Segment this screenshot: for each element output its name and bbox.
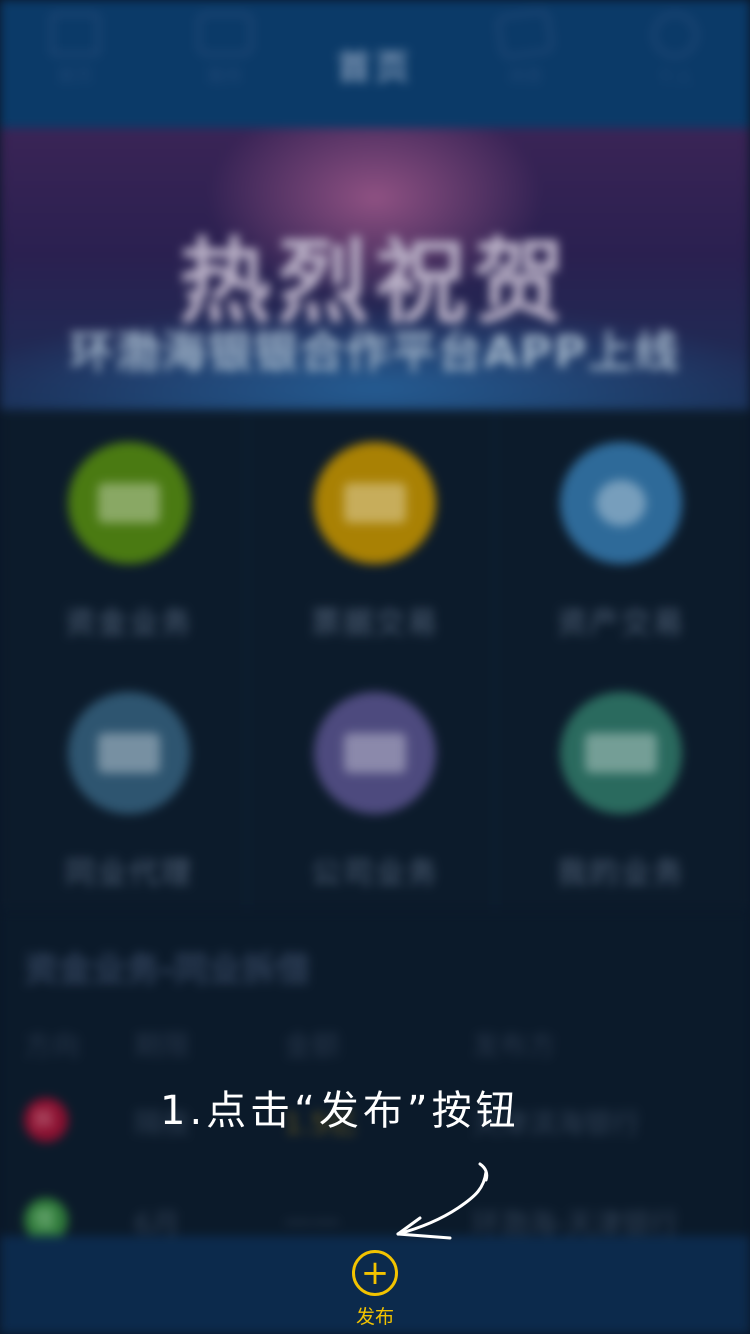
column-header: 发布方 [472,1029,557,1062]
grid-item-label: 资产交易 [557,606,685,641]
tab-label: 发布 [355,1306,394,1328]
grid-item-funds[interactable]: 资金业务 [6,410,252,660]
tab-service[interactable]: 服务 [150,0,300,98]
image-icon [68,692,190,814]
grid-item-label: 我的业务 [557,856,685,891]
banner-subtitle: 环渤海银银合作平台APP上线 [69,327,681,378]
column-header: 金额 [284,1029,341,1062]
grid-item-label: 资金业务 [65,606,193,641]
grid-item-agency[interactable]: 同业代理 [6,660,252,910]
page-title: 首页 [337,47,413,88]
grid-item-label: 同业代理 [65,856,193,891]
promo-banner[interactable]: 热烈祝贺 环渤海银银合作平台APP上线 [0,128,750,410]
direction-text: 拆 [33,1108,56,1133]
grid-item-assets[interactable]: 资产交易 [498,410,744,660]
tab-label: 首页 [57,66,93,87]
tutorial-hint: 1.点击“发布”按钮 [160,1088,520,1134]
money-bag-icon [560,442,682,564]
grid-item-label: 公司业务 [311,856,439,891]
hint-arrow-icon [396,1162,489,1240]
column-header: 期限 [134,1029,191,1062]
grid-item-mine[interactable]: 我的业务 [498,660,744,910]
briefcase-icon [314,692,436,814]
plus-circle-icon: + [352,1250,398,1296]
sofa-icon [197,12,253,56]
tab-messages[interactable]: 消息 [450,0,600,98]
grid-item-corporate[interactable]: 公司业务 [252,660,498,910]
tab-label: 个人 [657,68,693,89]
section-title: 资金业务-同业拆借 [24,950,311,990]
column-header: 方向 [24,1029,81,1062]
home-icon [50,12,100,56]
tab-label: 服务 [207,66,243,87]
card-icon [68,442,190,564]
user-icon [652,12,698,58]
direction-text: 借 [33,1208,56,1233]
tab-label: 消息 [507,66,543,87]
ticket-icon [560,692,682,814]
chat-icon [495,8,555,60]
grid-item-bills[interactable]: 票据交易 [252,410,498,660]
tab-publish[interactable]: + 发布 [300,1236,450,1334]
grid-item-label: 票据交易 [311,606,439,641]
tab-home[interactable]: 首页 [0,0,150,98]
bill-icon [314,442,436,564]
tab-profile[interactable]: 个人 [600,0,750,98]
